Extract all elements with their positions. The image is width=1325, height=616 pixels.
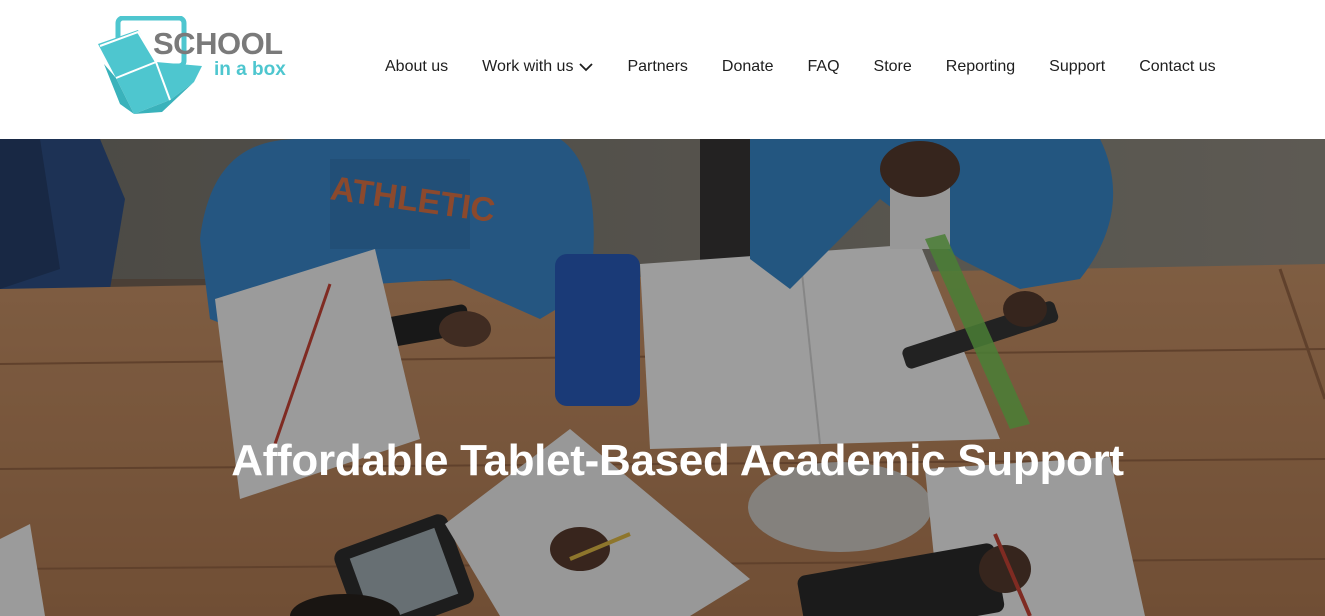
nav-label: Reporting [945, 58, 1016, 75]
nav-label: Work with us [482, 58, 574, 75]
nav-label: Support [1049, 58, 1106, 75]
nav-label: Partners [627, 58, 688, 75]
hero-dark-overlay [0, 139, 1325, 616]
nav-faq[interactable]: FAQ [808, 57, 840, 77]
site-header: SCHOOL in a box About us Work with us Pa… [0, 0, 1325, 139]
nav-label: Store [873, 58, 912, 75]
nav-about-us[interactable]: About us [385, 57, 448, 77]
nav-store[interactable]: Store [874, 57, 912, 77]
nav-label: Contact us [1139, 58, 1216, 75]
nav-support[interactable]: Support [1049, 57, 1105, 77]
nav-label: FAQ [807, 58, 840, 75]
nav-label: About us [385, 58, 449, 75]
nav-reporting[interactable]: Reporting [946, 57, 1015, 77]
nav-partners[interactable]: Partners [627, 57, 687, 77]
nav-contact-us[interactable]: Contact us [1139, 57, 1215, 77]
nav-work-with-us[interactable]: Work with us [482, 57, 594, 77]
logo-in-a-box-text: in a box [214, 59, 286, 80]
logo-school-text: SCHOOL [153, 26, 283, 61]
nav-donate[interactable]: Donate [722, 57, 774, 77]
nav-label: Donate [721, 58, 774, 75]
hero-banner: ATHLETIC Affordable Tablet-Based Academi… [0, 139, 1325, 616]
main-navigation: About us Work with us Partners Donate FA… [385, 56, 1216, 78]
chevron-down-icon [579, 60, 594, 74]
school-in-a-box-logo[interactable]: SCHOOL in a box [98, 16, 298, 116]
hero-title: Affordable Tablet-Based Academic Support [231, 436, 1124, 485]
